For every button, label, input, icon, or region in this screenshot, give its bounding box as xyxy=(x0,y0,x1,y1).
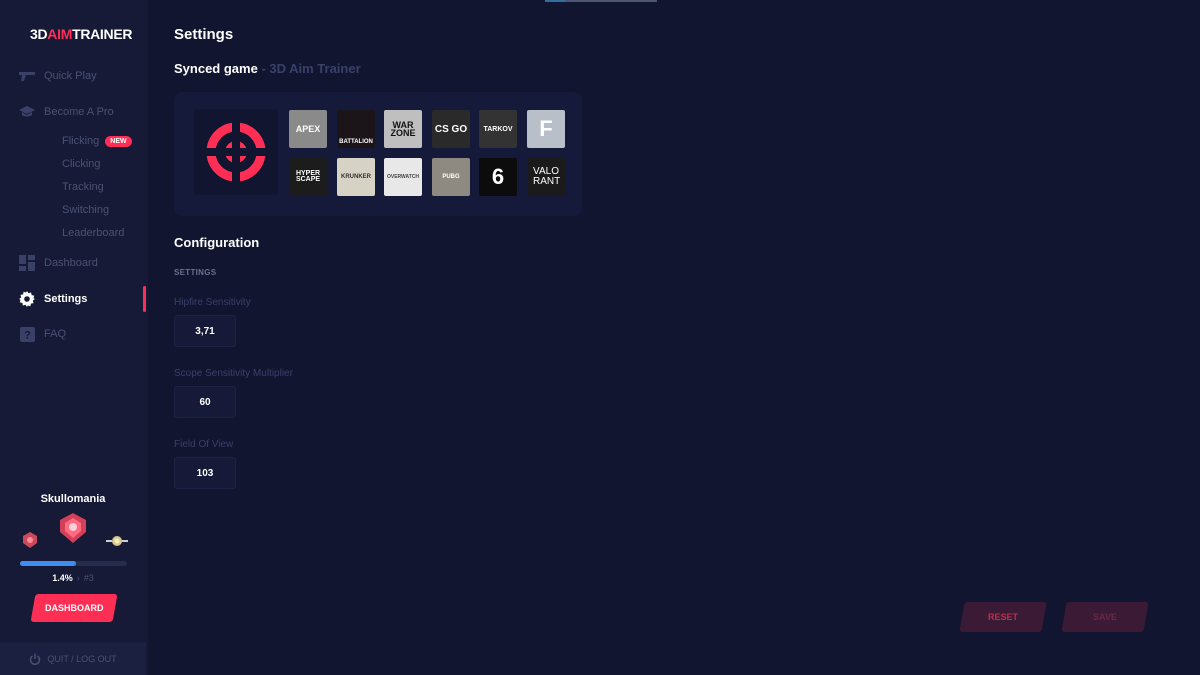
page-title: Settings xyxy=(174,26,234,43)
synced-game-heading: Synced game - 3D Aim Trainer xyxy=(174,61,361,76)
synced-game-label: Synced game xyxy=(174,61,258,76)
rank-progress-bar xyxy=(20,561,127,566)
sidebar-item-label: Dashboard xyxy=(44,257,98,269)
svg-text:?: ? xyxy=(24,329,31,341)
sidebar-subitem-label: Clicking xyxy=(62,158,101,170)
sidebar-subitem-label: Flicking xyxy=(62,135,100,147)
game-tile-pubg[interactable]: PUBG xyxy=(432,158,470,196)
sidebar-subitem-label: Tracking xyxy=(62,181,104,193)
game-tile-valorant[interactable]: VALO RANT xyxy=(527,158,565,196)
reset-button-label: RESET xyxy=(987,612,1018,622)
sidebar-item-label: Settings xyxy=(44,293,88,305)
game-tile-battalion[interactable]: BATTALION xyxy=(337,110,375,148)
logo-text-prefix: 3D xyxy=(30,26,48,42)
scope-sensitivity-label: Scope Sensitivity Multiplier xyxy=(174,368,293,379)
chevron-right-icon: › xyxy=(76,573,80,583)
gun-icon xyxy=(18,68,36,84)
scope-sensitivity-input[interactable]: 60 xyxy=(174,386,236,418)
game-tile-label: 6 xyxy=(491,164,505,189)
game-tile-label: BATTALION xyxy=(339,139,373,145)
game-tile-label: PUBG xyxy=(442,174,460,180)
game-tile-label: F xyxy=(539,116,553,141)
gear-icon xyxy=(18,291,36,307)
logo-text-accent: AIM xyxy=(47,26,73,42)
game-tile-fortnite[interactable]: F xyxy=(527,110,565,148)
sidebar-item-label: FAQ xyxy=(44,328,67,340)
game-tile-label: WAR ZONE xyxy=(390,119,416,138)
hipfire-sensitivity-input[interactable]: 3,71 xyxy=(174,315,236,347)
game-tile-label: APEX xyxy=(295,124,321,134)
field-of-view-input[interactable]: 103 xyxy=(174,457,236,489)
game-tile-tarkov[interactable]: TARKOV xyxy=(479,110,517,148)
rank-progress-text: 1.4% › #3 xyxy=(0,573,146,583)
quit-logout-label: QUIT / LOG OUT xyxy=(47,653,117,664)
rank-position: #3 xyxy=(83,573,94,583)
sidebar: 3DAIMTRAINER Quick Play Become A Pro Fli… xyxy=(0,0,148,675)
synced-game-name: - 3D Aim Trainer xyxy=(257,61,361,76)
sidebar-subitem-label: Switching xyxy=(62,204,110,216)
sidebar-subitem-switching[interactable]: Switching xyxy=(62,204,109,216)
game-tile-label: TARKOV xyxy=(483,125,513,133)
sidebar-item-label: Become A Pro xyxy=(44,106,114,118)
game-tile-hyper-scape[interactable]: HYPER SCAPE xyxy=(289,158,327,196)
dashboard-button-label: DASHBOARD xyxy=(44,603,104,613)
sidebar-item-quick-play[interactable]: Quick Play xyxy=(18,66,97,86)
game-tile-label: OVERWATCH xyxy=(386,174,420,180)
next-rank-icon xyxy=(106,534,128,553)
game-tile-rainbow-six[interactable]: 6 xyxy=(479,158,517,196)
sidebar-item-label: Quick Play xyxy=(44,70,97,82)
configuration-heading: Configuration xyxy=(174,235,260,250)
crosshair-logo-icon xyxy=(203,119,269,185)
game-tile-label: HYPER SCAPE xyxy=(295,169,321,183)
save-button-label: SAVE xyxy=(1093,612,1117,622)
sidebar-subitem-leaderboard[interactable]: Leaderboard xyxy=(62,227,124,239)
power-icon xyxy=(29,653,41,665)
question-icon: ? xyxy=(18,326,36,342)
dashboard-icon xyxy=(18,255,36,271)
new-badge: NEW xyxy=(105,135,132,147)
sidebar-subitem-tracking[interactable]: Tracking xyxy=(62,181,104,193)
game-tile-krunker[interactable]: KRUNKER xyxy=(337,158,375,196)
game-tile-label: CS GO xyxy=(434,123,468,135)
sidebar-subitem-clicking[interactable]: Clicking xyxy=(62,158,101,170)
field-of-view-label: Field Of View xyxy=(174,439,234,450)
quit-logout-button[interactable]: QUIT / LOG OUT xyxy=(0,642,146,675)
settings-section-label: SETTINGS xyxy=(174,268,217,277)
rank-badge-icon xyxy=(20,531,40,554)
app-logo[interactable]: 3DAIMTRAINER xyxy=(30,26,132,42)
game-tile-label: VALO RANT xyxy=(533,165,561,187)
rank-progress-fill xyxy=(20,561,76,566)
game-tile-warzone[interactable]: WAR ZONE xyxy=(384,110,422,148)
game-tile-label: KRUNKER xyxy=(341,174,371,180)
dashboard-button[interactable]: DASHBOARD xyxy=(30,594,118,622)
rank-emblem-icon xyxy=(56,512,90,549)
sidebar-item-settings[interactable]: Settings xyxy=(18,289,87,309)
sidebar-item-become-a-pro[interactable]: Become A Pro xyxy=(18,102,114,122)
logo-text-suffix: TRAINER xyxy=(72,26,133,42)
game-tile-apex[interactable]: APEX xyxy=(289,110,327,148)
sidebar-subitem-flicking[interactable]: Flicking NEW xyxy=(62,135,132,147)
sidebar-item-faq[interactable]: ? FAQ xyxy=(18,324,66,344)
sidebar-subitem-label: Leaderboard xyxy=(62,227,125,239)
active-indicator xyxy=(143,286,146,312)
game-tile-overwatch[interactable]: OVERWATCH xyxy=(384,158,422,196)
game-tile-3d-aim-trainer[interactable] xyxy=(194,109,278,195)
sidebar-item-dashboard[interactable]: Dashboard xyxy=(18,253,98,273)
reset-button[interactable]: RESET xyxy=(959,602,1047,632)
top-scroll-indicator xyxy=(545,0,657,2)
graduation-cap-icon xyxy=(18,104,36,120)
profile-username: Skullomania xyxy=(40,493,106,505)
hipfire-sensitivity-label: Hipfire Sensitivity xyxy=(174,297,251,308)
game-tile-csgo[interactable]: CS GO xyxy=(432,110,470,148)
save-button[interactable]: SAVE xyxy=(1061,602,1149,632)
progress-percent: 1.4% xyxy=(52,573,73,583)
